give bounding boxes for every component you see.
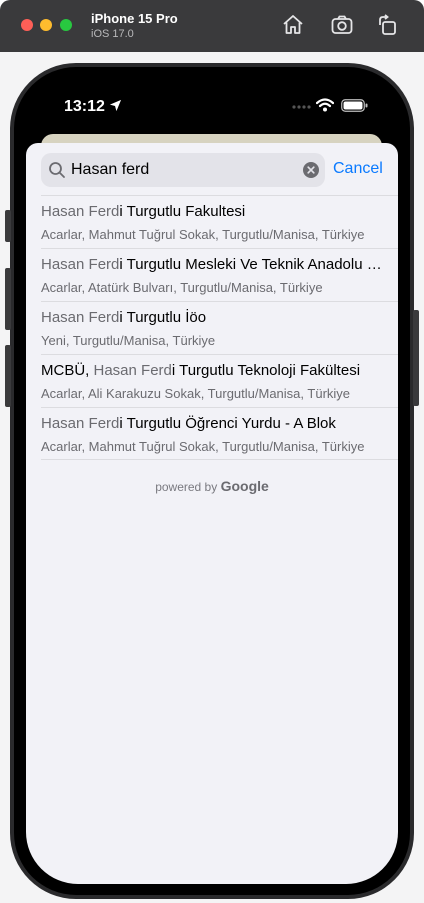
window-close-button[interactable]: [21, 19, 33, 31]
result-match: Hasan Ferd: [41, 256, 120, 273]
home-icon[interactable]: [281, 13, 305, 37]
result-rest: i Turgutlu Fakultesi: [119, 203, 246, 220]
result-item[interactable]: Hasan Ferdi Turgutlu Fakultesi Acarlar, …: [41, 195, 398, 248]
google-attribution: powered by Google: [26, 478, 398, 494]
result-prefix: MCBÜ,: [41, 362, 94, 379]
result-item[interactable]: MCBÜ, Hasan Ferdi Turgutlu Teknoloji Fak…: [41, 354, 398, 407]
result-match: Hasan Ferd: [41, 309, 120, 326]
simulator-toolbar: iPhone 15 Pro iOS 17.0: [0, 0, 424, 52]
result-title: Hasan Ferdi Turgutlu Öğrenci Yurdu - A B…: [41, 415, 386, 432]
power-button[interactable]: [413, 310, 419, 406]
wifi-icon: [316, 98, 334, 112]
result-match: Hasan Ferd: [93, 362, 172, 379]
result-item[interactable]: Hasan Ferdi Turgutlu İöo Yeni, Turgutlu/…: [41, 301, 398, 354]
result-subtitle: Yeni, Turgutlu/Manisa, Türkiye: [41, 333, 216, 348]
search-results-list: Hasan Ferdi Turgutlu Fakultesi Acarlar, …: [41, 195, 398, 460]
window-minimize-button[interactable]: [40, 19, 52, 31]
screenshot-icon[interactable]: [330, 13, 354, 37]
search-input[interactable]: Hasan ferd: [41, 153, 325, 187]
result-rest: i Turgutlu İöo: [119, 309, 207, 326]
search-icon: [49, 162, 65, 178]
clear-icon[interactable]: [303, 162, 319, 178]
result-item[interactable]: Hasan Ferdi Turgutlu Öğrenci Yurdu - A B…: [41, 407, 398, 460]
action-button[interactable]: [5, 210, 11, 242]
battery-icon: [341, 99, 368, 112]
window-zoom-button[interactable]: [60, 19, 72, 31]
volume-down-button[interactable]: [5, 345, 11, 407]
os-version: iOS 17.0: [91, 28, 134, 40]
volume-up-button[interactable]: [5, 268, 11, 330]
cellular-dots-icon: [292, 105, 311, 109]
result-item[interactable]: Hasan Ferdi Turgutlu Mesleki Ve Teknik A…: [41, 248, 398, 301]
result-match: Hasan Ferd: [41, 203, 120, 220]
result-match: Hasan Ferd: [41, 415, 120, 432]
result-rest: i Turgutlu Öğrenci Yurdu - A Blok: [119, 415, 336, 432]
location-arrow-icon: [109, 99, 122, 112]
result-title: Hasan Ferdi Turgutlu Fakultesi: [41, 203, 386, 220]
result-subtitle: Acarlar, Atatürk Bulvarı, Turgutlu/Manis…: [41, 280, 323, 295]
rotate-icon[interactable]: [376, 13, 400, 37]
google-logo: Google: [220, 478, 269, 494]
result-rest: i Turgutlu Mesleki Ve Teknik Anadolu Lis…: [119, 256, 386, 273]
result-title: Hasan Ferdi Turgutlu Mesleki Ve Teknik A…: [41, 256, 386, 273]
search-value: Hasan ferd: [71, 161, 150, 178]
result-subtitle: Acarlar, Mahmut Tuğrul Sokak, Turgutlu/M…: [41, 227, 365, 242]
device-name: iPhone 15 Pro: [91, 11, 178, 26]
search-sheet: Hasan ferd Cancel Hasan Ferdi Turgutlu F…: [26, 143, 398, 884]
attribution-prefix: powered by: [155, 480, 218, 494]
device-screen: 13:12 Hasan ferd Cancel Hasan Ferdi Turg…: [26, 78, 398, 884]
status-time: 13:12: [64, 98, 105, 115]
result-subtitle: Acarlar, Mahmut Tuğrul Sokak, Turgutlu/M…: [41, 439, 365, 454]
result-title: MCBÜ, Hasan Ferdi Turgutlu Teknoloji Fak…: [41, 362, 386, 379]
result-rest: i Turgutlu Teknoloji Fakültesi: [171, 362, 361, 379]
result-title: Hasan Ferdi Turgutlu İöo: [41, 309, 386, 326]
result-subtitle: Acarlar, Ali Karakuzu Sokak, Turgutlu/Ma…: [41, 386, 351, 401]
cancel-button[interactable]: Cancel: [333, 160, 383, 178]
